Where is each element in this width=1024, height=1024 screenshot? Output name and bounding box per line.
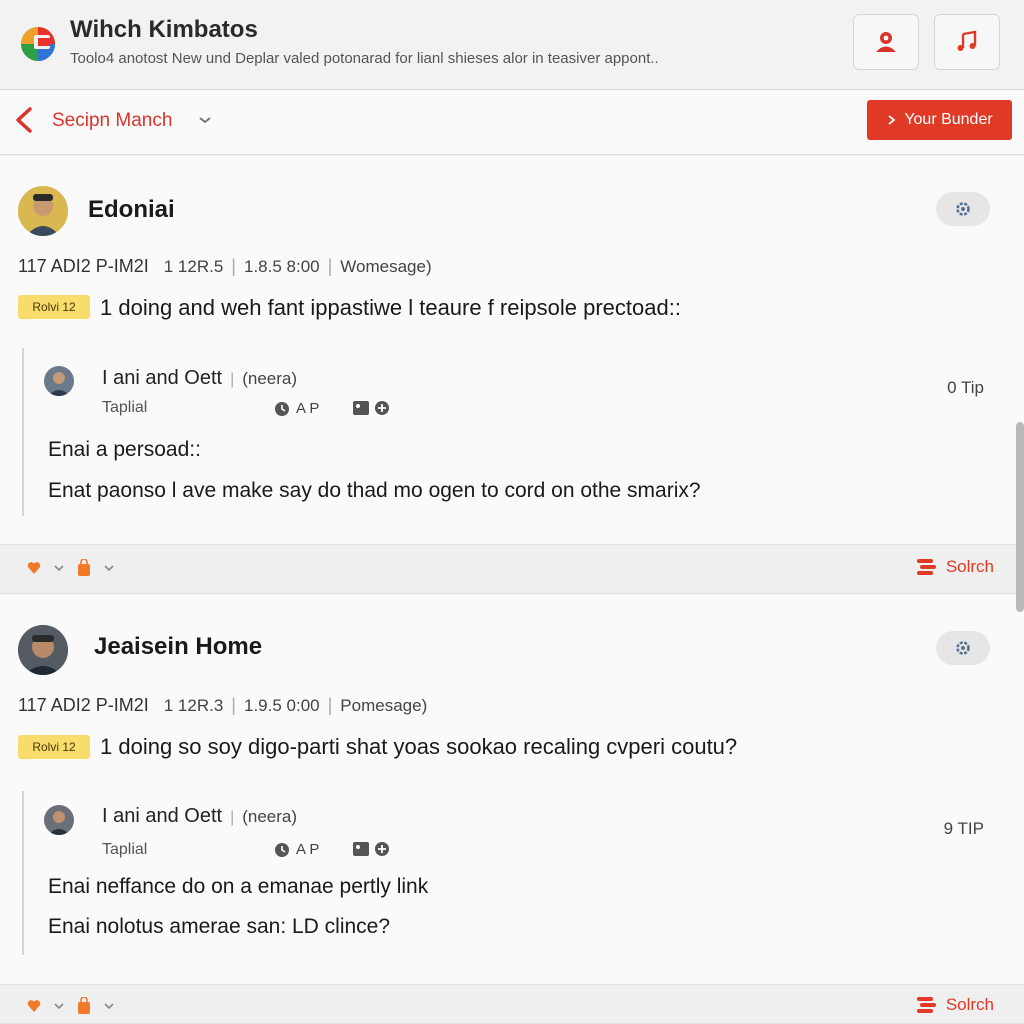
reply-tools: A P (274, 841, 319, 858)
avatar[interactable] (44, 805, 74, 835)
bag-icon[interactable] (76, 559, 92, 577)
post-body: 1 doing so soy digo-parti shat yoas sook… (100, 734, 738, 759)
post-meta: 117 ADI2 P-IM2I 1 12R.5 | 1.8.5 8:00 | Womes… (18, 256, 432, 276)
image-icon[interactable] (352, 841, 370, 857)
music-button[interactable] (934, 14, 1000, 70)
reply-subtitle: Taplial (102, 841, 148, 858)
reply-tools-text: A P (296, 400, 320, 417)
post-author[interactable]: Jeaisein Home (94, 633, 262, 661)
app-logo (21, 27, 55, 61)
clock-icon[interactable] (274, 401, 290, 417)
post-meta-a: 1 12R.3 (163, 696, 224, 715)
post-action-bar: Solrch (0, 544, 1024, 594)
app-title: Wihch Kimbatos (70, 16, 258, 43)
gear-icon (956, 202, 970, 216)
reply-media-tools (352, 400, 390, 416)
reply-author: I ani and Oett | (neera) (102, 367, 298, 389)
reply-author: I ani and Oett | (neera) (102, 805, 298, 827)
arrow-right-icon (888, 115, 896, 125)
status-badge: Rolvi 12 (18, 735, 90, 759)
reply-author-name[interactable]: I ani and Oett (102, 805, 222, 827)
search-action-label: Solrch (945, 557, 994, 576)
gear-icon (956, 641, 970, 655)
clock-icon[interactable] (274, 842, 290, 858)
post-date: 117 ADI2 P-IM2I (18, 256, 149, 276)
reply-text-line: Enai neffance do on a emanae pertly link (48, 875, 429, 898)
avatar[interactable] (18, 186, 68, 236)
reply-subtitle: Taplial (102, 399, 148, 416)
add-circle-icon[interactable] (374, 841, 390, 857)
reply-text-line: Enai a persoad:: (48, 438, 201, 461)
reaction-tools (26, 559, 114, 577)
your-bunder-label: Your Bunder (904, 111, 993, 128)
reply-tip-count[interactable]: 9 TIP (944, 819, 984, 839)
post-meta: 117 ADI2 P-IM2I 1 12R.3 | 1.9.5 0:00 | Pomes… (18, 695, 428, 715)
reply-author-role: (neera) (242, 807, 298, 826)
reply-tools-text: A P (296, 841, 320, 858)
reply-tools: A P (274, 400, 319, 417)
scrollbar-thumb[interactable] (1016, 422, 1024, 612)
search-action-button[interactable]: Solrch (916, 995, 994, 1015)
chevron-down-icon[interactable] (54, 1002, 64, 1010)
status-badge: Rolvi 12 (18, 295, 90, 319)
post-author[interactable]: Edoniai (88, 196, 175, 224)
chevron-down-icon[interactable] (104, 1002, 114, 1010)
post-date: 117 ADI2 P-IM2I (18, 695, 149, 715)
reply-text-line: Enai nolotus amerae san: LD clince? (48, 915, 391, 938)
chevron-down-icon[interactable] (198, 115, 212, 125)
reply-text-line: Enat paonso l ave make say do thad mo og… (48, 479, 701, 502)
reply-block: I ani and Oett | (neera) 0 Tip Taplial A P… (22, 348, 1002, 516)
post-settings-button[interactable] (936, 631, 990, 665)
search-action-button[interactable]: Solrch (916, 557, 994, 577)
stack-icon (916, 997, 936, 1013)
avatar[interactable] (44, 366, 74, 396)
post-card: Edoniai 117 ADI2 P-IM2I 1 12R.5 | 1.8.5 8:… (0, 156, 1024, 544)
image-icon[interactable] (352, 400, 370, 416)
post-meta-c: Womesage) (340, 257, 432, 276)
app-header: Wihch Kimbatos Toolo4 anotost New und De… (0, 0, 1024, 90)
post-card: Jeaisein Home 117 ADI2 P-IM2I 1 12R.3 | 1.… (0, 595, 1024, 985)
profile-alert-button[interactable] (853, 14, 919, 70)
reply-media-tools (352, 841, 390, 857)
heart-icon[interactable] (26, 998, 42, 1014)
post-meta-c: Pomesage) (340, 696, 428, 715)
post-settings-button[interactable] (936, 192, 990, 226)
app-subtitle: Toolo4 anotost New und Deplar valed poto… (70, 50, 659, 67)
reaction-tools (26, 997, 114, 1015)
person-alert-icon (876, 32, 896, 52)
stack-icon (916, 559, 936, 575)
music-note-icon (957, 30, 977, 51)
avatar[interactable] (18, 625, 68, 675)
add-circle-icon[interactable] (374, 400, 390, 416)
post-action-bar: Solrch (0, 984, 1024, 1024)
chevron-down-icon[interactable] (104, 564, 114, 572)
your-bunder-button[interactable]: Your Bunder (867, 100, 1012, 140)
section-dropdown-label[interactable]: Secipn Manch (52, 110, 172, 132)
search-action-label: Solrch (945, 995, 994, 1014)
back-chevron-icon[interactable] (10, 105, 40, 135)
reply-author-role: (neera) (242, 369, 298, 388)
chevron-down-icon[interactable] (54, 564, 64, 572)
bag-icon[interactable] (76, 997, 92, 1015)
heart-icon[interactable] (26, 560, 42, 576)
post-body: 1 doing and weh fant ippastiwe l teaure … (100, 295, 681, 320)
reply-author-name[interactable]: I ani and Oett (102, 367, 222, 389)
post-meta-a: 1 12R.5 (163, 257, 224, 276)
reply-tip-count[interactable]: 0 Tip (947, 378, 984, 398)
post-meta-b: 1.8.5 8:00 (243, 257, 320, 276)
post-meta-b: 1.9.5 0:00 (243, 696, 320, 715)
reply-block: I ani and Oett | (neera) 9 TIP Taplial A P… (22, 791, 1002, 955)
